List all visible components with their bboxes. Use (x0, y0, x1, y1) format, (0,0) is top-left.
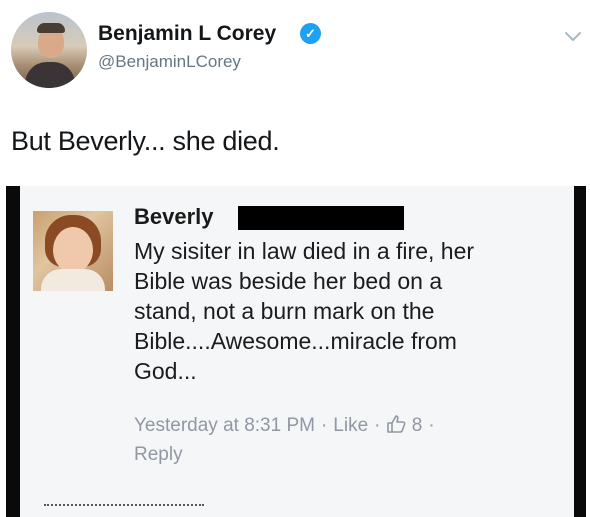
embedded-screenshot: Beverly My sisiter in law died in a fire… (6, 186, 586, 517)
tweet-text: But Beverly... she died. (11, 126, 280, 156)
comment-line: My sisiter in law died in a fire, her (134, 238, 475, 264)
commenter-name: Beverly (134, 204, 214, 229)
separator: · (374, 415, 381, 436)
handle[interactable]: @BenjaminLCorey (98, 52, 241, 72)
comment-meta: Yesterday at 8:31 PM · Like · 8 · (134, 414, 441, 437)
comment-line: Bible was beside her bed on a (134, 268, 443, 294)
display-name[interactable]: Benjamin L Corey (98, 22, 276, 46)
comment-line: stand, not a burn mark on the (134, 298, 435, 324)
cropped-next-line (44, 504, 204, 507)
commenter-face (53, 227, 93, 273)
separator: · (320, 415, 328, 436)
redaction-bar (238, 206, 404, 230)
commenter-body (41, 269, 105, 291)
tweet-header: Benjamin L Corey ✓ @BenjaminLCorey (0, 0, 590, 100)
comment-line: Bible....Awesome...miracle from (134, 328, 457, 354)
like-count: 8 (411, 415, 423, 436)
verified-badge-icon: ✓ (300, 23, 321, 44)
comment-line: God... (134, 358, 197, 384)
avatar-hair (37, 23, 65, 33)
reply-link: Reply (134, 444, 183, 465)
chevron-down-icon[interactable] (564, 30, 582, 44)
avatar-shirt (25, 62, 75, 88)
commenter-avatar (33, 211, 113, 291)
like-link: Like (333, 415, 369, 436)
thumbs-up-icon (387, 415, 406, 433)
separator: · (428, 415, 435, 436)
avatar[interactable] (11, 12, 87, 88)
comment-timestamp: Yesterday at 8:31 PM (134, 415, 315, 436)
comment-body: My sisiter in law died in a fire, her Bi… (134, 236, 564, 386)
facebook-comment: Beverly My sisiter in law died in a fire… (20, 186, 574, 517)
